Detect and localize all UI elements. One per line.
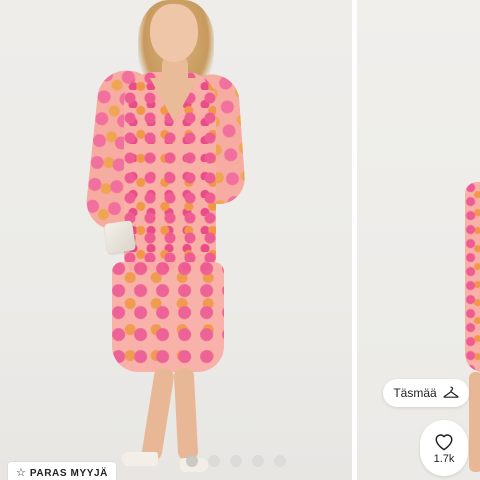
like-button[interactable]: 1.7k	[420, 420, 468, 476]
product-image-2[interactable]	[357, 0, 480, 480]
star-outline-icon: ☆	[16, 466, 26, 479]
dress-partial	[465, 182, 480, 372]
heart-outline-icon	[435, 434, 453, 451]
model-leg-partial	[469, 372, 480, 472]
carousel-dots	[186, 455, 286, 467]
carousel-dot[interactable]	[230, 455, 242, 467]
model-leg-right	[173, 367, 199, 461]
carousel-dot[interactable]	[274, 455, 286, 467]
bestseller-badge: ☆ PARAS MYYJÄ	[8, 462, 116, 480]
model-figure	[0, 0, 352, 480]
model-figure-partial	[357, 0, 480, 480]
clutch-bag	[104, 220, 136, 254]
product-image-carousel[interactable]: ☆ PARAS MYYJÄ Täsmää 1.7k	[0, 0, 480, 480]
hanger-icon	[443, 386, 459, 400]
bestseller-badge-label: PARAS MYYJÄ	[29, 467, 108, 479]
dress-skirt	[112, 262, 224, 372]
match-button[interactable]: Täsmää	[383, 379, 469, 407]
carousel-dot[interactable]	[208, 455, 220, 467]
carousel-dot[interactable]	[186, 455, 198, 467]
product-image-1[interactable]	[0, 0, 352, 480]
like-count: 1.7k	[433, 453, 455, 465]
match-button-label: Täsmää	[393, 386, 437, 400]
model-face	[150, 4, 198, 62]
model-leg-left	[140, 367, 176, 461]
carousel-dot[interactable]	[252, 455, 264, 467]
shoe-left	[122, 452, 158, 466]
dress-neckline	[150, 78, 198, 122]
